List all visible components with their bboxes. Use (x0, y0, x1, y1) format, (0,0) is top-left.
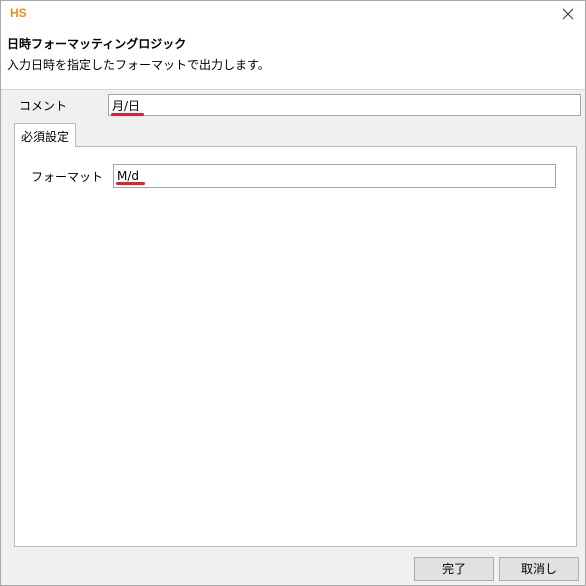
close-button[interactable] (557, 3, 579, 25)
app-logo: HS (10, 6, 27, 20)
ok-button[interactable]: 完了 (414, 557, 494, 581)
dialog-description: 入力日時を指定したフォーマットで出力します。 (7, 58, 270, 72)
dialog-header: 日時フォーマッティングロジック 入力日時を指定したフォーマットで出力します。 (1, 27, 585, 90)
comment-annotation-underline (111, 113, 144, 116)
format-label: フォーマット (31, 170, 104, 184)
tab-label: 必須設定 (21, 130, 70, 144)
dialog-window: HS 日時フォーマッティングロジック 入力日時を指定したフォーマットで出力します… (0, 0, 586, 586)
format-input[interactable] (113, 164, 556, 188)
tab-required-settings[interactable]: 必須設定 (14, 123, 76, 147)
comment-input[interactable] (108, 94, 581, 116)
title-bar: HS (1, 1, 585, 27)
comment-label: コメント (19, 99, 68, 113)
format-annotation-underline (116, 182, 145, 185)
dialog-title: 日時フォーマッティングロジック (7, 37, 187, 51)
tab-panel-required-settings (14, 146, 577, 547)
close-icon (562, 8, 574, 20)
cancel-button[interactable]: 取消し (499, 557, 579, 581)
